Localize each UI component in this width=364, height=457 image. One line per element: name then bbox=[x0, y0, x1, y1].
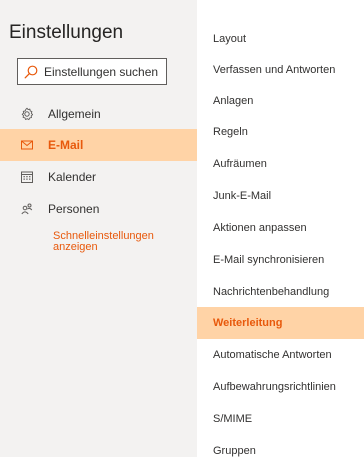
quick-settings-link[interactable]: Schnelleinstellungen anzeigen bbox=[53, 231, 183, 253]
category-calendar[interactable]: Kalender bbox=[0, 161, 197, 193]
email-setting-forwarding[interactable]: Weiterleitung bbox=[197, 307, 364, 339]
category-label: Allgemein bbox=[48, 107, 101, 121]
settings-dialog: Einstellungen Allgemein bbox=[0, 0, 364, 457]
search-icon bbox=[18, 59, 44, 84]
calendar-icon bbox=[19, 169, 35, 185]
email-setting-automatic-replies[interactable]: Automatische Antworten bbox=[197, 339, 364, 371]
email-setting-retention-policies[interactable]: Aufbewahrungsrichtlinien bbox=[197, 371, 364, 403]
gear-icon bbox=[19, 106, 35, 122]
category-general[interactable]: Allgemein bbox=[0, 98, 197, 130]
email-setting-layout[interactable]: Layout bbox=[197, 23, 364, 55]
settings-search-box[interactable] bbox=[17, 58, 167, 85]
category-label: E-Mail bbox=[48, 138, 84, 152]
email-setting-sweep[interactable]: Aufräumen bbox=[197, 148, 364, 180]
email-setting-groups[interactable]: Gruppen bbox=[197, 435, 364, 457]
email-setting-compose-reply[interactable]: Verfassen und Antworten bbox=[197, 54, 364, 86]
email-setting-junk[interactable]: Junk-E-Mail bbox=[197, 180, 364, 212]
mail-icon bbox=[19, 137, 35, 153]
email-setting-attachments[interactable]: Anlagen bbox=[197, 85, 364, 117]
category-email[interactable]: E-Mail bbox=[0, 129, 197, 161]
category-label: Personen bbox=[48, 202, 100, 216]
people-icon bbox=[19, 201, 35, 217]
category-people[interactable]: Personen bbox=[0, 193, 197, 225]
settings-search-input[interactable] bbox=[44, 64, 164, 79]
email-setting-customize-actions[interactable]: Aktionen anpassen bbox=[197, 212, 364, 244]
email-setting-message-handling[interactable]: Nachrichtenbehandlung bbox=[197, 276, 364, 308]
category-label: Kalender bbox=[48, 170, 97, 184]
email-setting-smime[interactable]: S/MIME bbox=[197, 403, 364, 435]
email-setting-rules[interactable]: Regeln bbox=[197, 116, 364, 148]
settings-categories-pane: Einstellungen Allgemein bbox=[0, 0, 197, 457]
settings-title: Einstellungen bbox=[9, 22, 124, 43]
email-setting-sync[interactable]: E-Mail synchronisieren bbox=[197, 244, 364, 276]
email-settings-pane: Layout Verfassen und Antworten Anlagen R… bbox=[197, 0, 364, 457]
